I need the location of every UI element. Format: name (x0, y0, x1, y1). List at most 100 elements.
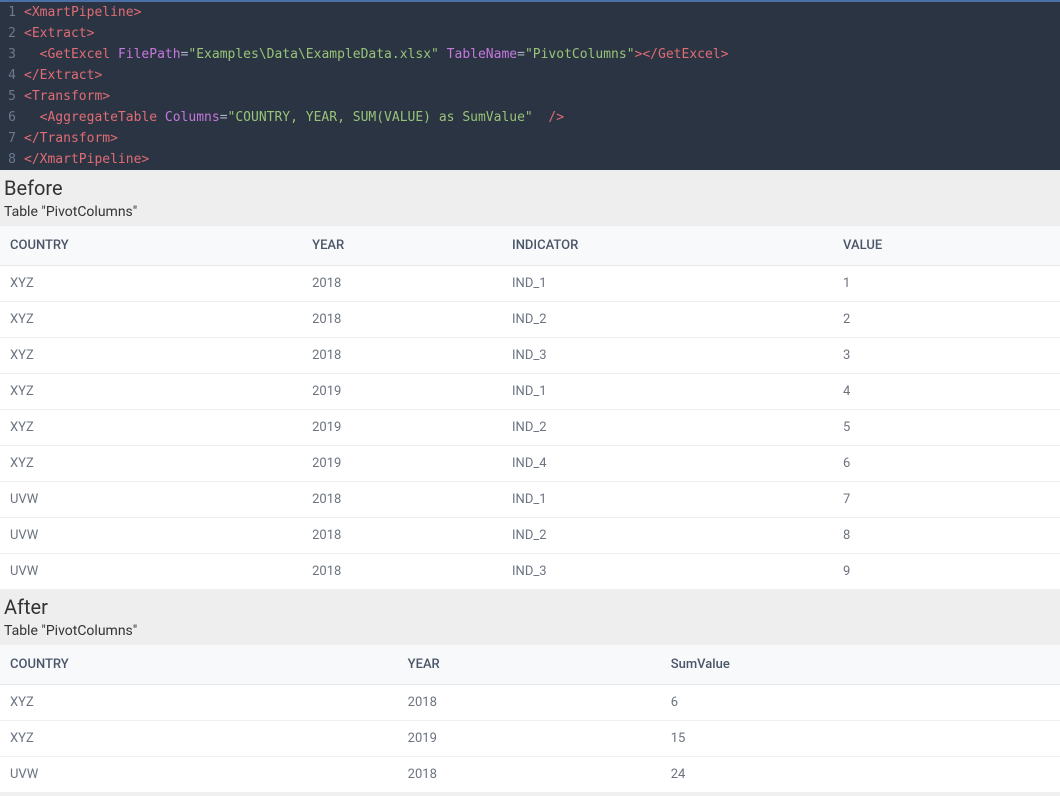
code-token: > (134, 5, 142, 20)
table-cell: UVW (0, 518, 302, 554)
line-number: 4 (0, 65, 24, 86)
code-block: 1<XmartPipeline>2<Extract>3 < GetExcel Fi… (0, 0, 1060, 170)
code-line: 1<XmartPipeline> (0, 2, 1060, 23)
table-header-cell: VALUE (833, 226, 1060, 266)
code-line: 4</Extract> (0, 65, 1060, 86)
code-token: </ (24, 68, 40, 83)
code-line: 2<Extract> (0, 23, 1060, 44)
table-cell: 24 (661, 757, 1060, 793)
table-cell: IND_3 (502, 338, 833, 374)
code-token: > (94, 68, 102, 83)
code-token: Extract (32, 26, 87, 41)
table-cell: 2018 (302, 266, 502, 302)
code-token (24, 110, 40, 125)
table-cell: 4 (833, 374, 1060, 410)
code-content: </XmartPipeline> (24, 149, 1060, 170)
code-token: AggregateTable (47, 110, 157, 125)
line-number: 5 (0, 86, 24, 107)
code-token (157, 110, 165, 125)
code-token: Columns (165, 110, 220, 125)
code-token (533, 110, 549, 125)
code-token (439, 47, 447, 62)
table-cell: XYZ (0, 266, 302, 302)
code-content: <GetExcel FilePath="Examples\Data\Exampl… (24, 44, 1060, 65)
code-token: FilePath (118, 47, 181, 62)
table-header-cell: COUNTRY (0, 226, 302, 266)
table-cell: 8 (833, 518, 1060, 554)
table-cell: UVW (0, 757, 398, 793)
table-cell: 2018 (302, 338, 502, 374)
table-cell: UVW (0, 482, 302, 518)
code-token: Extract (40, 68, 95, 83)
table-cell: IND_1 (502, 266, 833, 302)
table-row: XYZ201915 (0, 721, 1060, 757)
code-line: 7</Transform> (0, 128, 1060, 149)
code-line: 8</XmartPipeline> (0, 149, 1060, 170)
code-line: 6 <AggregateTable Columns="COUNTRY, YEAR… (0, 107, 1060, 128)
before-table: COUNTRYYEARINDICATORVALUE XYZ2018IND_11X… (0, 226, 1060, 589)
line-number: 6 (0, 107, 24, 128)
code-token: GetExcel (47, 47, 110, 62)
code-token: XmartPipeline (32, 5, 134, 20)
code-token: TableName (447, 47, 517, 62)
table-cell: 2 (833, 302, 1060, 338)
table-cell: 5 (833, 410, 1060, 446)
table-cell: XYZ (0, 446, 302, 482)
line-number: 2 (0, 23, 24, 44)
table-header-cell: COUNTRY (0, 645, 398, 685)
table-cell: IND_2 (502, 518, 833, 554)
table-cell: 2019 (398, 721, 661, 757)
code-token: > (141, 152, 149, 167)
code-token: < (24, 26, 32, 41)
table-cell: XYZ (0, 410, 302, 446)
code-token: "PivotColumns" (525, 47, 635, 62)
table-cell: UVW (0, 554, 302, 590)
table-cell: 2018 (398, 685, 661, 721)
table-cell: 6 (661, 685, 1060, 721)
after-table: COUNTRYYEARSumValue XYZ20186XYZ201915UVW… (0, 645, 1060, 792)
code-token (110, 47, 118, 62)
after-heading: After (0, 589, 1060, 621)
before-heading: Before (0, 170, 1060, 202)
table-row: XYZ2019IND_14 (0, 374, 1060, 410)
code-line: 5<Transform> (0, 86, 1060, 107)
table-row: UVW2018IND_39 (0, 554, 1060, 590)
table-header-cell: SumValue (661, 645, 1060, 685)
table-row: XYZ2019IND_25 (0, 410, 1060, 446)
table-cell: 2018 (302, 482, 502, 518)
table-cell: XYZ (0, 721, 398, 757)
table-cell: IND_2 (502, 302, 833, 338)
table-row: UVW201824 (0, 757, 1060, 793)
table-cell: XYZ (0, 302, 302, 338)
table-cell: 9 (833, 554, 1060, 590)
code-token: Transform (32, 89, 102, 104)
table-cell: 2018 (302, 554, 502, 590)
table-cell: 2019 (302, 410, 502, 446)
table-header-cell: INDICATOR (502, 226, 833, 266)
code-token: > (110, 131, 118, 146)
line-number: 3 (0, 44, 24, 65)
table-cell: IND_3 (502, 554, 833, 590)
table-cell: XYZ (0, 338, 302, 374)
table-cell: 2018 (302, 518, 502, 554)
table-row: XYZ2018IND_11 (0, 266, 1060, 302)
table-row: UVW2018IND_17 (0, 482, 1060, 518)
code-token: </ (642, 47, 658, 62)
code-token: "Examples\Data\ExampleData.xlsx" (188, 47, 438, 62)
line-number: 1 (0, 2, 24, 23)
code-content: <XmartPipeline> (24, 2, 1060, 23)
table-cell: 7 (833, 482, 1060, 518)
table-cell: IND_4 (502, 446, 833, 482)
table-row: UVW2018IND_28 (0, 518, 1060, 554)
code-content: </Transform> (24, 128, 1060, 149)
code-token: "COUNTRY, YEAR, SUM(VALUE) as SumValue" (228, 110, 533, 125)
table-cell: 3 (833, 338, 1060, 374)
table-cell: 2019 (302, 374, 502, 410)
table-cell: 6 (833, 446, 1060, 482)
code-token: = (517, 47, 525, 62)
table-row: XYZ2018IND_33 (0, 338, 1060, 374)
code-token: Transform (40, 131, 110, 146)
table-cell: 2019 (302, 446, 502, 482)
code-content: <Extract> (24, 23, 1060, 44)
table-cell: IND_2 (502, 410, 833, 446)
